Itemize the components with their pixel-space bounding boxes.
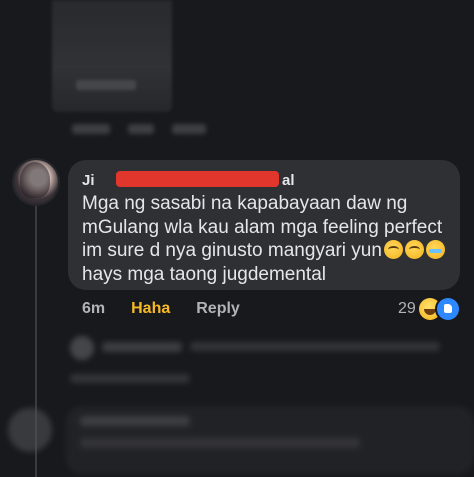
blurred-reply [0, 0, 474, 474]
